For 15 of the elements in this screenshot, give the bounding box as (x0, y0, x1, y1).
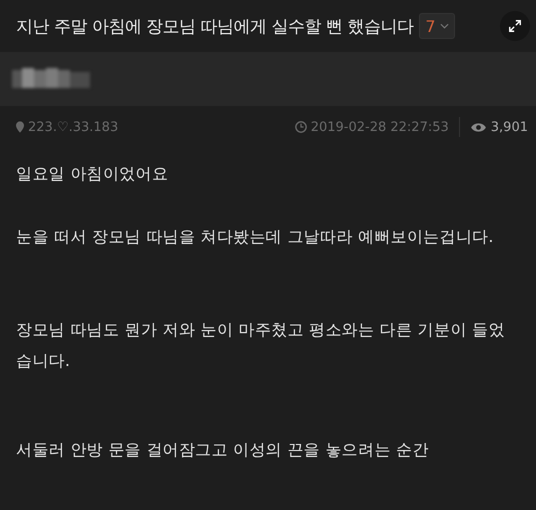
post-paragraph: 서둘러 안방 문을 걸어잠그고 이성의 끈을 놓으려는 순간 (16, 439, 430, 461)
expand-button[interactable] (500, 11, 530, 41)
clock-icon (294, 121, 307, 133)
ip-address: 223.♡.33.183 (28, 120, 118, 134)
view-count: 3,901 (490, 120, 528, 134)
post-title: 지난 주말 아침에 장모님 따님에게 실수할 뻔 했습니다 (16, 16, 414, 38)
location-pin-icon (16, 121, 24, 133)
expand-icon (508, 19, 522, 33)
chevron-down-icon (440, 23, 449, 29)
comment-count-button[interactable]: 7 (419, 13, 455, 39)
post-paragraph: 일요일 아침이었어요 (16, 163, 170, 185)
post-paragraph: 장모님 따님도 뭔가 저와 눈이 마주쳤고 평소와는 다른 기분이 들었습니다. (16, 319, 506, 372)
post-paragraph: 눈을 떠서 장모님 따님을 쳐다봤는데 그날따라 예뻐보이는겁니다. (16, 226, 495, 248)
eye-icon (470, 122, 487, 132)
post-datetime: 2019-02-28 22:27:53 (310, 120, 449, 134)
